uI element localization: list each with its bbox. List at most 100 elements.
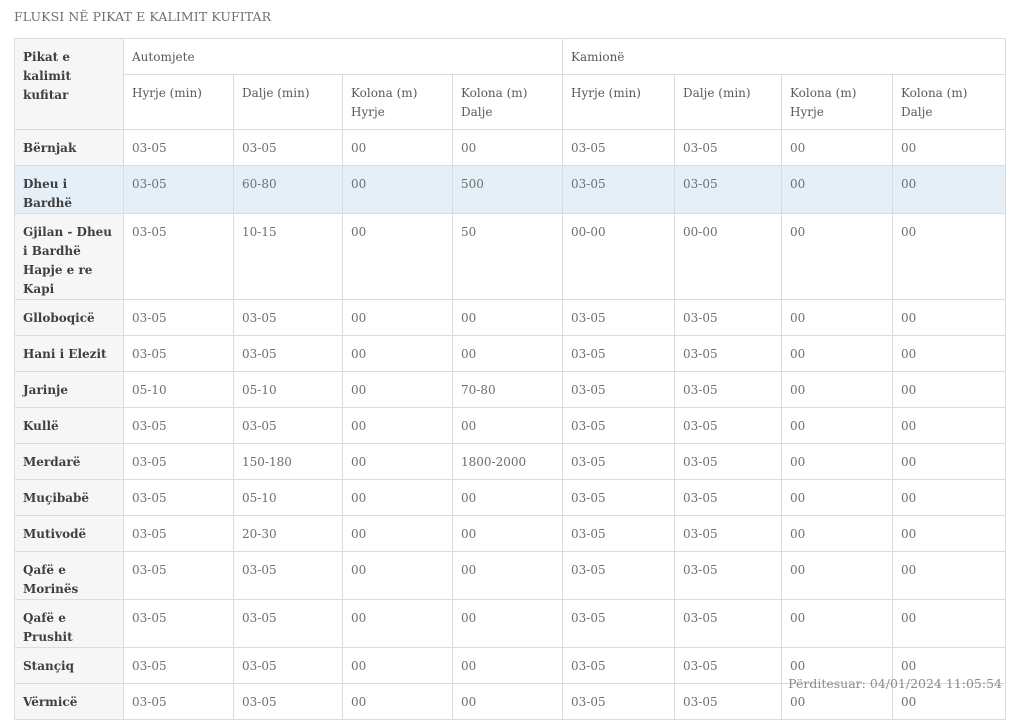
sub-header-7: Kolona (m) Dalje: [892, 74, 1007, 130]
sub-header-4: Hyrje (min): [562, 74, 676, 130]
table-cell: 03-05: [674, 129, 783, 166]
table-cell: 00: [342, 683, 453, 720]
table-cell: 00: [451, 515, 564, 552]
table-cell: 03-05: [123, 479, 234, 516]
table-cell: 10-15: [233, 213, 343, 300]
row-name-line: Vërmicë: [23, 695, 78, 709]
table-cell: 03-05: [233, 299, 343, 336]
row-name-line: Gjilan - Dheu i Bardhë: [23, 225, 113, 258]
table-cell: 00: [451, 599, 564, 648]
table-body: Bërnjak 03-05 03-05 00 00 03-05 03-05 00 00 Dheu …: [14, 129, 1007, 720]
row-name-line: Mutivodë: [23, 527, 87, 541]
table-cell: 03-05: [674, 683, 783, 720]
table-cell: 03-05: [123, 165, 234, 214]
table-cell: 00: [781, 407, 894, 444]
table-cell: 00: [781, 443, 894, 480]
table-cell: 03-05: [562, 551, 676, 600]
border-crossing-table: Pikat e kalimit kufitar Automjete Kamion…: [14, 38, 1007, 720]
row-name: Kullë: [14, 407, 124, 444]
table-cell: 03-05: [123, 299, 234, 336]
table-cell: 03-05: [123, 551, 234, 600]
table-row: Dheu i Bardhë 03-05 60-80 00 500 03-05 03-05 00…: [14, 165, 1007, 214]
table-cell: 03-05: [562, 299, 676, 336]
table-cell: 00: [451, 407, 564, 444]
table-cell: 00: [781, 479, 894, 516]
table-cell: 03-05: [674, 407, 783, 444]
row-name-line: Qafë e Morinës: [23, 563, 79, 596]
table-cell: 00: [342, 647, 453, 684]
table-cell: 00: [892, 371, 1007, 408]
table-cell: 00: [451, 299, 564, 336]
row-name-line: Muçibabë: [23, 491, 90, 505]
table-cell: 00: [892, 479, 1007, 516]
table-cell: 00: [342, 165, 453, 214]
table-cell: 05-10: [233, 479, 343, 516]
table-cell: 00: [892, 599, 1007, 648]
table-row: Mutivodë 03-05 20-30 00 00 03-05 03-05 00 00: [14, 515, 1007, 552]
table-cell: 00-00: [562, 213, 676, 300]
table-cell: 03-05: [123, 335, 234, 372]
table-cell: 00: [342, 515, 453, 552]
table-cell: 00: [781, 129, 894, 166]
table-cell: 03-05: [674, 647, 783, 684]
row-name-line: Qafë e Prushit: [23, 611, 73, 644]
sub-header-1: Dalje (min): [233, 74, 343, 130]
table-row: Jarinje 05-10 05-10 00 70-80 03-05 03-05 00 00: [14, 371, 1007, 408]
row-name: Qafë e Morinës: [14, 551, 124, 600]
table-cell: 00: [342, 599, 453, 648]
table-cell: 03-05: [123, 683, 234, 720]
sub-header-5: Dalje (min): [674, 74, 783, 130]
table-cell: 03-05: [674, 371, 783, 408]
table-cell: 00: [451, 551, 564, 600]
table-cell: 03-05: [562, 371, 676, 408]
table-cell: 00: [781, 299, 894, 336]
table-row: Hani i Elezit 03-05 03-05 00 00 03-05 03-05 00 0…: [14, 335, 1007, 372]
table-cell: 00: [451, 479, 564, 516]
header-border-points: Pikat e kalimit kufitar: [14, 38, 124, 130]
row-name: Mutivodë: [14, 515, 124, 552]
table-cell: 00: [892, 129, 1007, 166]
table-cell: 00: [342, 335, 453, 372]
table-cell: 03-05: [233, 129, 343, 166]
sub-header-3: Kolona (m) Dalje: [451, 74, 564, 130]
table-cell: 00: [781, 371, 894, 408]
table-cell: 00: [892, 515, 1007, 552]
row-name: Dheu i Bardhë: [14, 165, 124, 214]
table-row: Glloboqicë 03-05 03-05 00 00 03-05 03-05 00 00: [14, 299, 1007, 336]
table-cell: 00: [892, 407, 1007, 444]
table-cell: 00: [342, 551, 453, 600]
row-name: Glloboqicë: [14, 299, 124, 336]
table-cell: 03-05: [562, 335, 676, 372]
row-name-line: Merdarë: [23, 455, 81, 469]
table-cell: 03-05: [233, 335, 343, 372]
table-cell: 00: [342, 129, 453, 166]
row-name-line: Kullë: [23, 419, 59, 433]
table-cell: 60-80: [233, 165, 343, 214]
table-cell: 00: [892, 213, 1007, 300]
table-cell: 00: [892, 335, 1007, 372]
table-cell: 03-05: [562, 443, 676, 480]
table-cell: 03-05: [123, 515, 234, 552]
table-cell: 00: [781, 165, 894, 214]
row-name: Qafë e Prushit: [14, 599, 124, 648]
sub-header-2: Kolona (m) Hyrje: [342, 74, 453, 130]
table-cell: 70-80: [451, 371, 564, 408]
table-row: Qafë e Prushit 03-05 03-05 00 00 03-05 03-05 00…: [14, 599, 1007, 648]
table-cell: 03-05: [123, 407, 234, 444]
table-cell: 03-05: [674, 335, 783, 372]
row-name: Hani i Elezit: [14, 335, 124, 372]
table-row: Merdarë 03-05 150-180 00 1800-2000 03-05 03-05…: [14, 443, 1007, 480]
row-name-line: Jarinje: [23, 383, 69, 397]
row-name-line: Dheu i Bardhë: [23, 177, 72, 210]
sub-header-row: Hyrje (min) Dalje (min) Kolona (m) Hyrje Ko…: [15, 74, 1007, 130]
table-cell: 00: [781, 515, 894, 552]
row-name: Merdarë: [14, 443, 124, 480]
table-cell: 03-05: [123, 129, 234, 166]
table-cell: 500: [451, 165, 564, 214]
table-cell: 1800-2000: [451, 443, 564, 480]
table-row: Muçibabë 03-05 05-10 00 00 03-05 03-05 00 00: [14, 479, 1007, 516]
table-cell: 05-10: [123, 371, 234, 408]
table-row: Kullë 03-05 03-05 00 00 03-05 03-05 00 00: [14, 407, 1007, 444]
table-cell: 03-05: [123, 443, 234, 480]
table-cell: 00: [342, 371, 453, 408]
